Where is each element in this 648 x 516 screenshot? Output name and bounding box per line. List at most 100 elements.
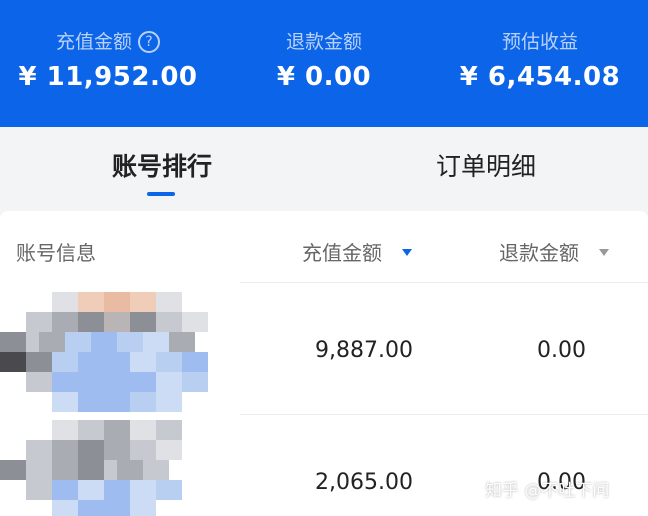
avatar-mosaic-cell bbox=[39, 312, 52, 332]
avatar-mosaic-cell bbox=[143, 500, 156, 516]
avatar-mosaic-cell bbox=[117, 372, 130, 392]
avatar-mosaic-cell bbox=[78, 332, 91, 352]
avatar-mosaic-cell bbox=[130, 332, 143, 352]
avatar-mosaic-cell bbox=[156, 392, 169, 412]
recharge-stat-label: 充值金额 bbox=[55, 31, 132, 53]
avatar-mosaic-cell bbox=[13, 332, 26, 352]
avatar-mosaic-cell bbox=[91, 480, 104, 500]
avatar-mosaic-cell bbox=[104, 460, 117, 480]
avatar-mosaic-cell bbox=[78, 292, 91, 312]
avatar-mosaic-cell bbox=[91, 312, 104, 332]
avatar-mosaic-cell bbox=[130, 480, 143, 500]
avatar-mosaic-cell bbox=[104, 352, 117, 372]
avatar-mosaic-cell bbox=[65, 460, 78, 480]
avatar-mosaic-cell bbox=[169, 392, 182, 412]
avatar-mosaic-cell bbox=[52, 480, 65, 500]
divider bbox=[240, 282, 648, 283]
avatar-mosaic-cell bbox=[39, 372, 52, 392]
estimated-stat-label: 预估收益 bbox=[501, 31, 578, 53]
avatar-mosaic-cell bbox=[104, 480, 117, 500]
avatar-mosaic-cell bbox=[78, 352, 91, 372]
avatar-mosaic-cell bbox=[156, 460, 169, 480]
refund-stat: 退款金额 ¥ 0.00 bbox=[216, 0, 432, 127]
avatar bbox=[0, 292, 220, 412]
avatar-mosaic-cell bbox=[26, 372, 39, 392]
avatar-mosaic-cell bbox=[169, 312, 182, 332]
tab-order-details[interactable]: 订单明细 bbox=[324, 147, 648, 183]
avatar-mosaic-cell bbox=[130, 372, 143, 392]
column-header-recharge-label: 充值金额 bbox=[302, 241, 382, 265]
avatar-mosaic-cell bbox=[143, 392, 156, 412]
avatar-mosaic-cell bbox=[0, 352, 13, 372]
column-header-recharge[interactable]: 充值金额 bbox=[302, 237, 412, 266]
avatar-mosaic-cell bbox=[195, 372, 208, 392]
avatar-mosaic-cell bbox=[130, 460, 143, 480]
avatar-mosaic-cell bbox=[78, 480, 91, 500]
avatar-mosaic-cell bbox=[13, 460, 26, 480]
avatar-mosaic-cell bbox=[117, 480, 130, 500]
avatar-mosaic-cell bbox=[91, 372, 104, 392]
tab-account-ranking[interactable]: 账号排行 bbox=[0, 147, 324, 183]
column-header-refund[interactable]: 退款金额 bbox=[499, 237, 609, 266]
avatar-mosaic-cell bbox=[65, 292, 78, 312]
avatar-mosaic-cell bbox=[78, 372, 91, 392]
avatar-mosaic-cell bbox=[52, 420, 65, 440]
avatar-mosaic-cell bbox=[39, 440, 52, 460]
avatar-mosaic-cell bbox=[0, 460, 13, 480]
avatar-mosaic-cell bbox=[117, 460, 130, 480]
avatar-mosaic-cell bbox=[91, 392, 104, 412]
avatar-mosaic-cell bbox=[104, 332, 117, 352]
avatar-mosaic-cell bbox=[78, 392, 91, 412]
avatar-mosaic-cell bbox=[104, 440, 117, 460]
avatar-mosaic-cell bbox=[52, 352, 65, 372]
avatar-mosaic-cell bbox=[52, 392, 65, 412]
avatar-mosaic-cell bbox=[65, 312, 78, 332]
avatar-mosaic-cell bbox=[13, 352, 26, 372]
avatar-mosaic-cell bbox=[130, 440, 143, 460]
tab-bar: 账号排行 订单明细 bbox=[0, 127, 648, 211]
avatar-mosaic-cell bbox=[91, 500, 104, 516]
avatar-mosaic-cell bbox=[182, 352, 195, 372]
avatar-mosaic-cell bbox=[26, 440, 39, 460]
avatar-mosaic-cell bbox=[65, 440, 78, 460]
avatar-mosaic-cell bbox=[117, 292, 130, 312]
sort-icon[interactable] bbox=[599, 249, 609, 256]
avatar-mosaic-cell bbox=[117, 392, 130, 412]
avatar-mosaic-cell bbox=[65, 372, 78, 392]
recharge-stat-value: ¥ 11,952.00 bbox=[18, 62, 198, 92]
avatar-mosaic-cell bbox=[104, 392, 117, 412]
avatar-mosaic-cell bbox=[169, 352, 182, 372]
avatar-mosaic-cell bbox=[26, 480, 39, 500]
avatar-mosaic-cell bbox=[0, 332, 13, 352]
avatar-mosaic-cell bbox=[156, 480, 169, 500]
avatar-mosaic-cell bbox=[52, 440, 65, 460]
avatar-mosaic-cell bbox=[156, 292, 169, 312]
avatar-mosaic-cell bbox=[78, 420, 91, 440]
avatar-mosaic-cell bbox=[117, 312, 130, 332]
avatar-mosaic-cell bbox=[169, 480, 182, 500]
avatar-mosaic-cell bbox=[182, 332, 195, 352]
avatar-mosaic-cell bbox=[52, 312, 65, 332]
avatar-mosaic-cell bbox=[143, 440, 156, 460]
avatar-mosaic-cell bbox=[91, 332, 104, 352]
avatar-mosaic-cell bbox=[143, 352, 156, 372]
row-2-recharge: 2,065.00 bbox=[315, 470, 413, 495]
avatar-mosaic-cell bbox=[65, 480, 78, 500]
estimated-stat-value: ¥ 6,454.08 bbox=[459, 62, 621, 92]
avatar-mosaic-cell bbox=[39, 480, 52, 500]
help-icon[interactable]: ? bbox=[138, 31, 160, 53]
avatar-mosaic-cell bbox=[91, 460, 104, 480]
avatar bbox=[0, 420, 220, 516]
avatar-mosaic-cell bbox=[39, 332, 52, 352]
avatar-mosaic-cell bbox=[130, 312, 143, 332]
avatar-mosaic-cell bbox=[117, 332, 130, 352]
sort-desc-icon[interactable] bbox=[402, 249, 412, 256]
avatar-mosaic-cell bbox=[52, 460, 65, 480]
avatar-mosaic-cell bbox=[143, 332, 156, 352]
avatar-mosaic-cell bbox=[195, 312, 208, 332]
avatar-mosaic-cell bbox=[156, 332, 169, 352]
row-1-refund: 0.00 bbox=[537, 338, 586, 363]
avatar-mosaic-cell bbox=[78, 440, 91, 460]
avatar-mosaic-cell bbox=[143, 460, 156, 480]
avatar-mosaic-cell bbox=[117, 440, 130, 460]
